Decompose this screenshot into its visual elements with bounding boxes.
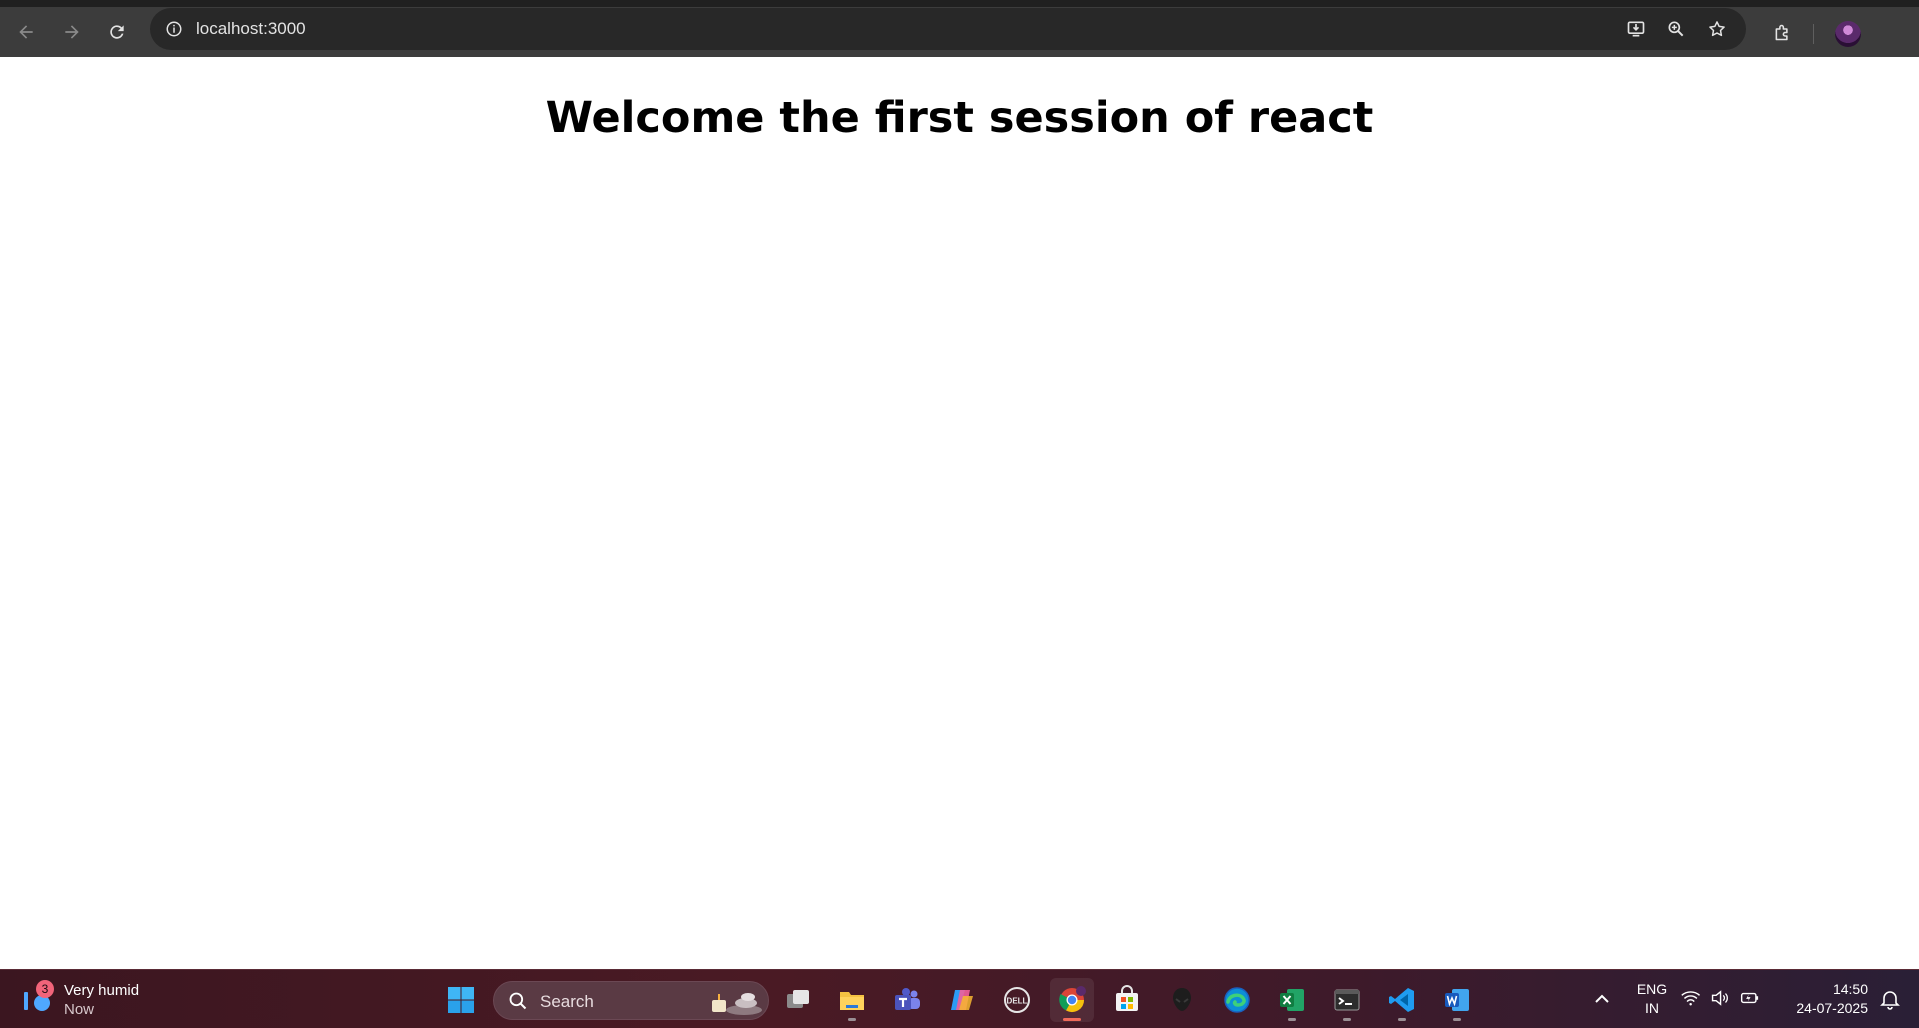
word-button[interactable]: [1435, 978, 1479, 1022]
dell-logo-icon: DELL: [1004, 987, 1030, 1013]
running-indicator: [1398, 1018, 1406, 1021]
wifi-icon: [1681, 991, 1701, 1006]
windows-logo-icon: [448, 987, 474, 1013]
notification-bell-icon[interactable]: [1878, 987, 1902, 1011]
chrome-button[interactable]: [1050, 978, 1094, 1022]
store-icon: [1116, 985, 1138, 1011]
terminal-icon: [1334, 989, 1360, 1011]
folder-icon: [840, 992, 864, 1010]
star-icon: [1709, 21, 1725, 37]
taskbar-search[interactable]: Search: [493, 981, 769, 1020]
reload-button[interactable]: [100, 15, 134, 49]
url-text[interactable]: localhost:3000: [196, 19, 306, 39]
search-icon: [509, 992, 527, 1010]
vscode-button[interactable]: [1380, 978, 1424, 1022]
running-indicator: [1343, 1018, 1351, 1021]
install-app-button[interactable]: [1620, 13, 1652, 45]
search-highlight-icon: [712, 993, 762, 1015]
weather-subtitle: Now: [64, 1001, 95, 1018]
weather-badge: 3: [36, 980, 54, 998]
weather-title: Very humid: [64, 982, 140, 999]
chrome-icon: [1059, 986, 1086, 1013]
chevron-up-icon[interactable]: [1590, 987, 1614, 1011]
teams-button[interactable]: [885, 978, 929, 1022]
profile-avatar[interactable]: [1835, 21, 1861, 47]
site-info-button[interactable]: [158, 13, 190, 45]
bookmark-button[interactable]: [1701, 13, 1733, 45]
puzzle-icon: [1775, 24, 1788, 40]
excel-button[interactable]: [1270, 978, 1314, 1022]
running-indicator: [1453, 1018, 1461, 1021]
zoom-button[interactable]: [1660, 13, 1692, 45]
language-indicator[interactable]: ENG IN: [1632, 980, 1672, 1018]
vscode-icon: [1389, 988, 1414, 1012]
running-indicator: [1288, 1018, 1296, 1021]
excel-icon: [1280, 989, 1304, 1011]
store-button[interactable]: [1105, 978, 1149, 1022]
dell-button[interactable]: DELL: [995, 978, 1039, 1022]
running-indicator: [848, 1018, 856, 1021]
language-code: ENG: [1636, 981, 1668, 997]
arrow-right-icon: [65, 25, 79, 39]
toolbar-divider: [1813, 24, 1814, 44]
taskbar: 3 Very humid Now Search DELL ENG IN 14:5…: [0, 969, 1919, 1028]
word-icon: [1445, 989, 1469, 1011]
info-icon: [166, 21, 182, 37]
back-button[interactable]: [9, 15, 43, 49]
clock-time: 14:50: [1832, 981, 1868, 997]
weather-widget[interactable]: 3 Very humid Now: [22, 980, 162, 1020]
reload-icon: [110, 25, 124, 39]
task-view-icon: [787, 990, 809, 1008]
alien-head-icon: [1173, 988, 1191, 1011]
battery-icon: [1740, 992, 1758, 1004]
alienware-button[interactable]: [1160, 978, 1204, 1022]
start-button[interactable]: [439, 978, 483, 1022]
install-app-icon: [1627, 21, 1645, 37]
arrow-left-icon: [19, 25, 33, 39]
volume-icon: [1712, 990, 1729, 1006]
page-heading: Welcome the first session of react: [545, 93, 1374, 143]
address-bar[interactable]: localhost:3000: [150, 8, 1746, 50]
region-code: IN: [1645, 1000, 1659, 1016]
task-view-button[interactable]: [776, 978, 820, 1022]
zoom-icon: [1668, 21, 1684, 37]
forward-button[interactable]: [55, 15, 89, 49]
terminal-button[interactable]: [1325, 978, 1369, 1022]
copilot-button[interactable]: [940, 978, 984, 1022]
edge-button[interactable]: [1215, 978, 1259, 1022]
running-indicator-active: [1063, 1018, 1081, 1021]
svg-text:DELL: DELL: [1007, 997, 1028, 1006]
extensions-button[interactable]: [1765, 15, 1799, 49]
edge-icon: [1224, 987, 1250, 1013]
system-clock[interactable]: 14:50 24-07-2025: [1778, 980, 1868, 1018]
browser-toolbar: localhost:3000: [0, 0, 1919, 57]
copilot-icon: [951, 990, 973, 1010]
search-label: Search: [540, 992, 594, 1011]
clock-date: 24-07-2025: [1796, 1000, 1868, 1016]
quick-settings[interactable]: [1680, 987, 1760, 1011]
file-explorer-button[interactable]: [830, 978, 874, 1022]
teams-icon: [895, 988, 920, 1010]
page-viewport: Welcome the first session of react: [0, 57, 1919, 969]
